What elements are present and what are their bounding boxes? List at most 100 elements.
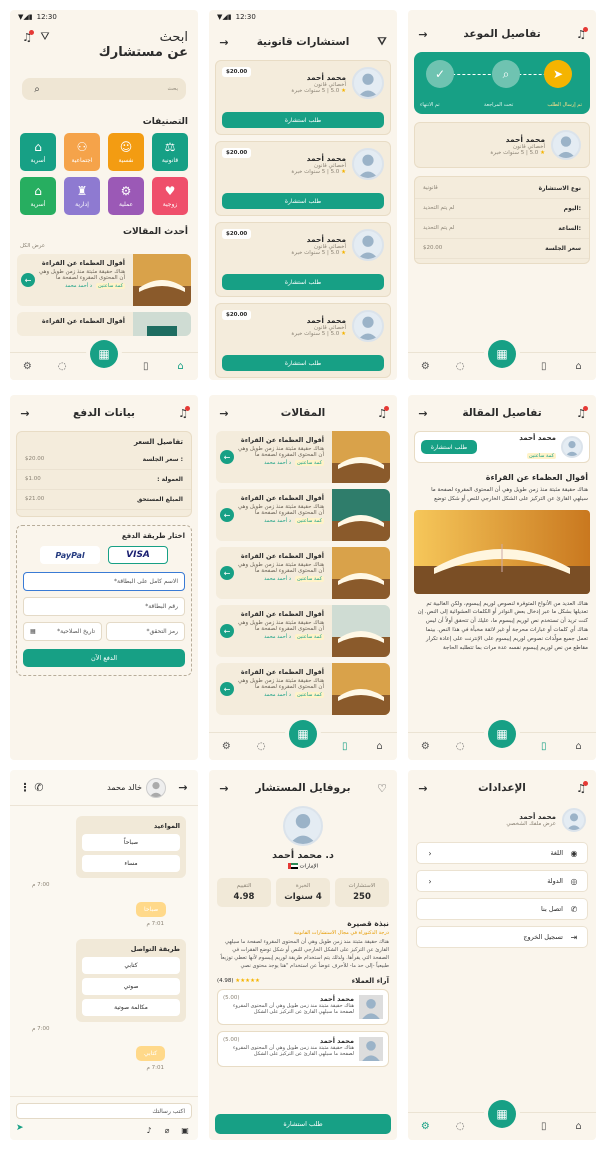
home-icon[interactable]: ⌂ bbox=[572, 360, 586, 374]
back-arrow-icon[interactable]: → bbox=[416, 406, 430, 420]
settings-item[interactable]: ◉ اللغة ‹ bbox=[416, 842, 588, 864]
open-arrow-icon[interactable]: ← bbox=[220, 508, 234, 522]
settings-icon[interactable]: ⚙ bbox=[418, 740, 432, 754]
evening-option[interactable]: مساء bbox=[82, 855, 180, 872]
request-consultation-button[interactable]: طلب استشارة bbox=[421, 440, 477, 454]
image-icon[interactable]: ▣ bbox=[178, 1123, 192, 1137]
category-tile[interactable]: ⚙ عملية bbox=[108, 177, 144, 215]
settings-item[interactable]: ⇥ تسجيل الخروج bbox=[416, 926, 588, 948]
request-consultation-button[interactable]: طلب استشارة bbox=[222, 355, 384, 371]
settings-item[interactable]: ✆ اتصل بنا bbox=[416, 898, 588, 920]
category-tile[interactable]: ⚖ قانونية bbox=[152, 133, 188, 171]
calendar-fab-icon[interactable]: ▦ bbox=[289, 720, 317, 748]
call-option[interactable]: مكالمة صوتية bbox=[82, 999, 180, 1016]
back-arrow-icon[interactable]: → bbox=[176, 781, 190, 795]
home-icon[interactable]: ⌂ bbox=[572, 1120, 586, 1134]
cvv-input[interactable]: رمز التحقق* bbox=[106, 622, 185, 641]
chat-icon[interactable]: ◌ bbox=[453, 360, 467, 374]
open-arrow-icon[interactable]: ← bbox=[21, 273, 35, 287]
open-arrow-icon[interactable]: ← bbox=[220, 566, 234, 580]
visa-option[interactable]: VISA bbox=[108, 546, 168, 564]
voice-option[interactable]: صوتي bbox=[82, 978, 180, 995]
document-icon[interactable]: ▯ bbox=[338, 740, 352, 754]
text-option[interactable]: كتابي bbox=[82, 957, 180, 974]
notification-bell-icon[interactable]: ♫ bbox=[574, 781, 588, 795]
chat-icon[interactable]: ◌ bbox=[55, 360, 69, 374]
request-consultation-button[interactable]: طلب استشارة bbox=[222, 193, 384, 209]
request-consultation-button[interactable]: طلب استشارة bbox=[222, 274, 384, 290]
category-tile[interactable]: ⚇ اجتماعية bbox=[64, 133, 100, 171]
article-card[interactable]: أقوال العظماء عن القراءة هناك حقيقة مثبت… bbox=[17, 254, 191, 306]
request-consultation-button[interactable]: طلب استشارة bbox=[222, 112, 384, 128]
price-badge: $20.00 bbox=[222, 67, 252, 77]
category-tile[interactable]: ☺ نفسية bbox=[108, 133, 144, 171]
expiry-input[interactable]: تاريخ الصلاحية* ▦ bbox=[23, 622, 102, 641]
send-icon[interactable]: ➤ bbox=[16, 1123, 24, 1137]
settings-item[interactable]: ◎ الدولة ‹ bbox=[416, 870, 588, 892]
calendar-fab-icon[interactable]: ▦ bbox=[488, 1100, 516, 1128]
more-menu-icon[interactable]: ⋮ bbox=[18, 781, 32, 795]
reviewer-avatar bbox=[359, 1036, 383, 1061]
mic-icon[interactable]: ♪ bbox=[142, 1123, 156, 1137]
article-card[interactable]: أقوال العظماء عن القراءة bbox=[17, 312, 191, 336]
search-input[interactable]: بحث ⌕ bbox=[22, 78, 186, 100]
open-arrow-icon[interactable]: ← bbox=[220, 624, 234, 638]
filter-icon[interactable]: ⛛ bbox=[375, 35, 389, 49]
back-arrow-icon[interactable]: → bbox=[416, 27, 430, 41]
chat-icon[interactable]: ◌ bbox=[453, 1120, 467, 1134]
request-consultation-button[interactable]: طلب استشارة bbox=[215, 1114, 391, 1134]
back-arrow-icon[interactable]: → bbox=[217, 406, 231, 420]
notification-bell-icon[interactable]: ♫ bbox=[574, 27, 588, 41]
category-tile[interactable]: ♥ زوجية bbox=[152, 177, 188, 215]
category-tile[interactable]: ♜ إدارية bbox=[64, 177, 100, 215]
calendar-fab-icon[interactable]: ▦ bbox=[488, 720, 516, 748]
document-icon[interactable]: ▯ bbox=[139, 360, 153, 374]
attach-icon[interactable]: ⌀ bbox=[160, 1123, 174, 1137]
document-icon[interactable]: ▯ bbox=[537, 740, 551, 754]
settings-icon[interactable]: ⚙ bbox=[219, 740, 233, 754]
settings-icon[interactable]: ⚙ bbox=[418, 1120, 432, 1134]
message-input[interactable]: اكتب رسالتك bbox=[16, 1103, 192, 1119]
appointment-screen: ♫ تفاصيل الموعد → ➤ ⌕ ✓ تم إرسال الطلب ت… bbox=[408, 10, 596, 380]
profile-link[interactable]: محمد أحمد عرض ملفك الشخصي bbox=[408, 806, 596, 842]
settings-icon[interactable]: ⚙ bbox=[20, 360, 34, 374]
filter-icon[interactable]: ⛛ bbox=[38, 30, 52, 44]
notification-bell-icon[interactable]: ♫ bbox=[574, 406, 588, 420]
open-arrow-icon[interactable]: ← bbox=[220, 450, 234, 464]
category-tile[interactable]: ⌂ أسرية bbox=[20, 133, 56, 171]
categories-title: التصنيفات bbox=[142, 117, 188, 127]
consultant-summary: محمد أحمد أخصائي قانون ★ 5.0 | 5 سنوات خ… bbox=[414, 122, 590, 168]
document-icon[interactable]: ▯ bbox=[537, 1120, 551, 1134]
notification-bell-icon[interactable]: ♫ bbox=[375, 406, 389, 420]
back-arrow-icon[interactable]: → bbox=[416, 781, 430, 795]
see-all-link[interactable]: عرض الكل bbox=[10, 243, 198, 254]
notification-bell-icon[interactable]: ♫ bbox=[176, 406, 190, 420]
phone-icon[interactable]: ✆ bbox=[32, 781, 46, 795]
document-icon[interactable]: ▯ bbox=[537, 360, 551, 374]
notification-bell-icon[interactable]: ♫ bbox=[20, 30, 34, 44]
article-card[interactable]: أقوال العظماء عن القراءة هناك حقيقة مثبتة… bbox=[216, 547, 390, 599]
card-number-input[interactable]: رقم البطاقة* bbox=[23, 597, 185, 616]
article-card[interactable]: أقوال العظماء عن القراءة هناك حقيقة مثبتة… bbox=[216, 489, 390, 541]
cardholder-name-input[interactable]: الاسم كامل على البطاقة* bbox=[23, 572, 185, 591]
home-icon[interactable]: ⌂ bbox=[373, 740, 387, 754]
chat-icon[interactable]: ◌ bbox=[254, 740, 268, 754]
pay-now-button[interactable]: الدفع الآن bbox=[23, 649, 185, 667]
home-icon[interactable]: ⌂ bbox=[174, 360, 188, 374]
home-icon[interactable]: ⌂ bbox=[572, 740, 586, 754]
category-tile[interactable]: ⌂ أسرية bbox=[20, 177, 56, 215]
chat-icon[interactable]: ◌ bbox=[453, 740, 467, 754]
back-arrow-icon[interactable]: → bbox=[217, 781, 231, 795]
calendar-fab-icon[interactable]: ▦ bbox=[488, 340, 516, 368]
back-arrow-icon[interactable]: → bbox=[18, 406, 32, 420]
calendar-fab-icon[interactable]: ▦ bbox=[90, 340, 118, 368]
article-card[interactable]: أقوال العظماء عن القراءة هناك حقيقة مثبتة… bbox=[216, 605, 390, 657]
article-card[interactable]: أقوال العظماء عن القراءة هناك حقيقة مثبتة… bbox=[216, 431, 390, 483]
open-arrow-icon[interactable]: ← bbox=[220, 682, 234, 696]
article-card[interactable]: أقوال العظماء عن القراءة هناك حقيقة مثبتة… bbox=[216, 663, 390, 715]
back-arrow-icon[interactable]: → bbox=[217, 35, 231, 49]
paypal-option[interactable]: PayPal bbox=[40, 546, 100, 564]
favorite-heart-icon[interactable]: ♡ bbox=[375, 781, 389, 795]
settings-icon[interactable]: ⚙ bbox=[418, 360, 432, 374]
morning-option[interactable]: صباحاً bbox=[82, 834, 180, 851]
